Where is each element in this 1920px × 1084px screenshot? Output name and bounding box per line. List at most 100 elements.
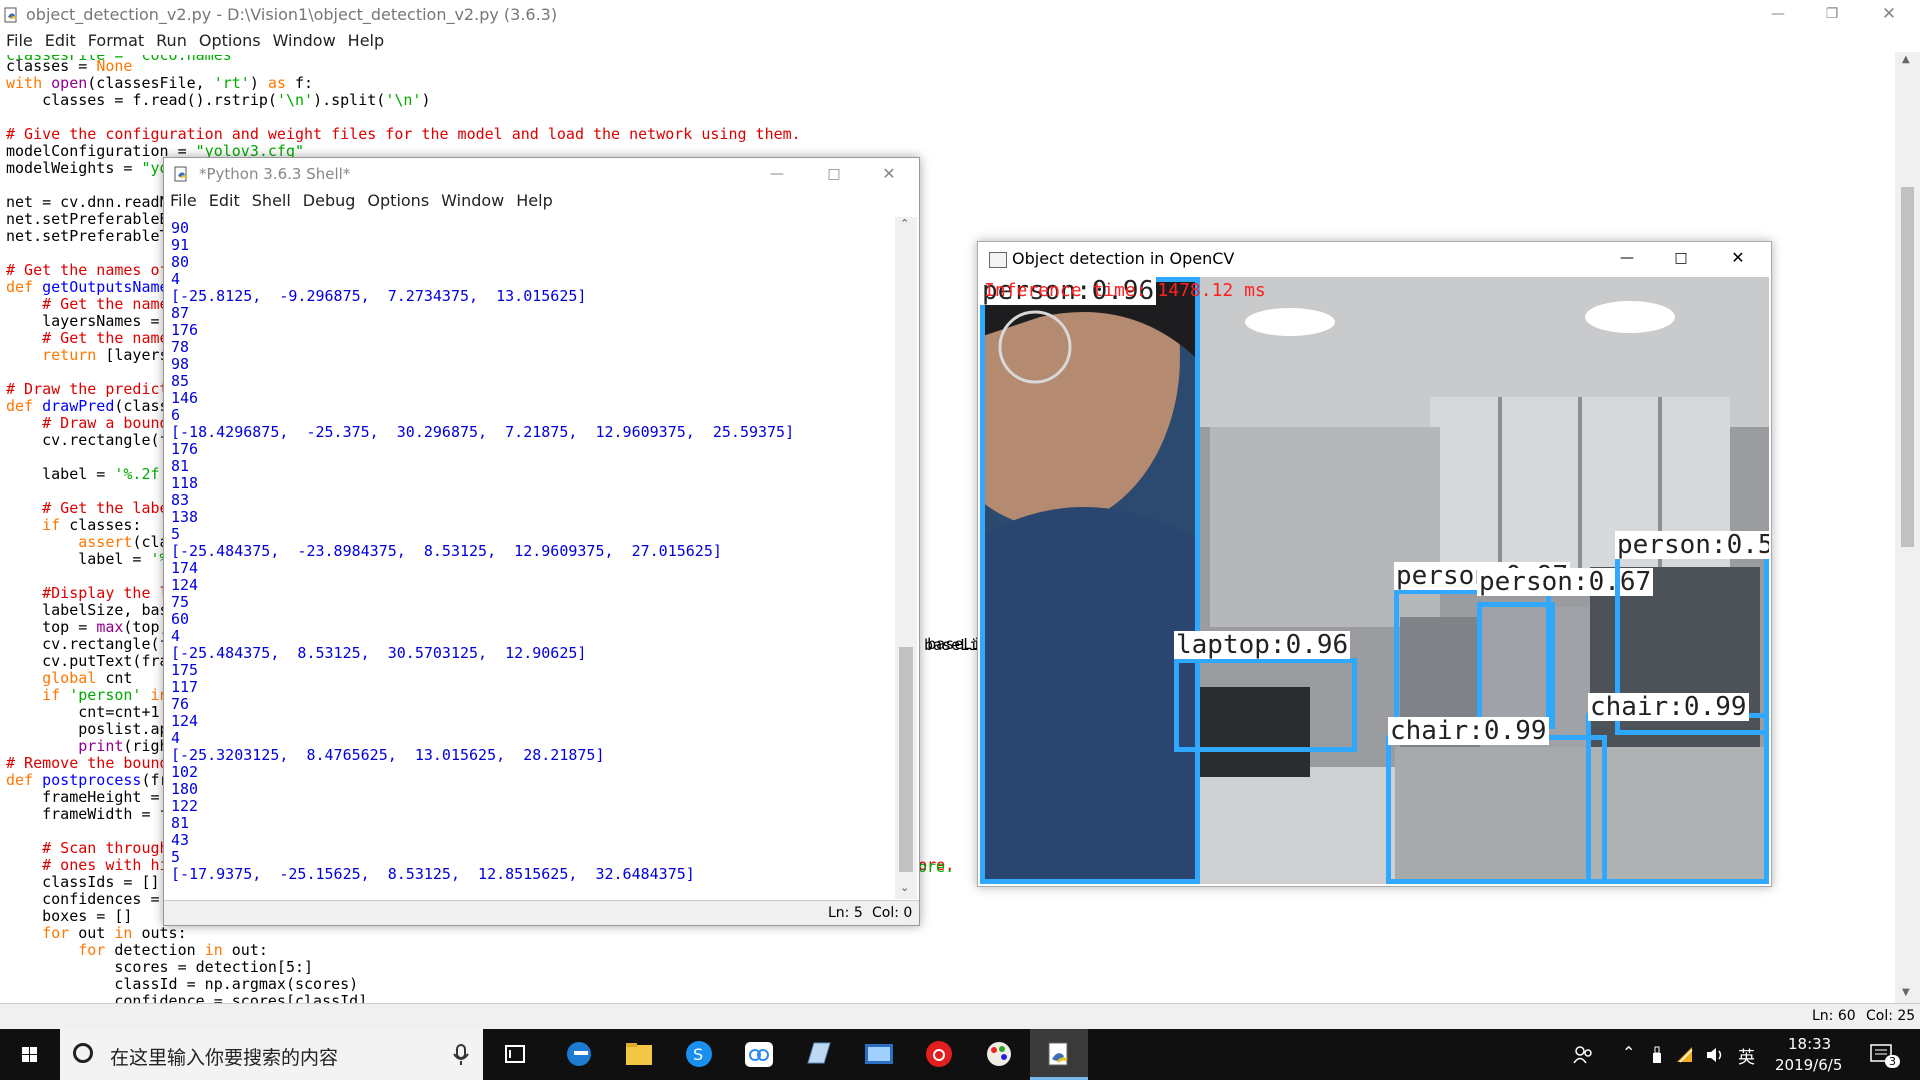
scroll-up-icon[interactable]: ▲ [1902, 54, 1910, 65]
code-token: # Give the configuration and weight file… [6, 125, 801, 143]
task-view-button[interactable] [486, 1029, 544, 1080]
code-token: classId = np.argmax(scores) [6, 975, 359, 993]
menu-edit[interactable]: Edit [203, 190, 246, 212]
code-line: confidence = scores[classId] [6, 993, 367, 1004]
menu-help[interactable]: Help [342, 30, 390, 52]
taskbar-netease-music[interactable] [910, 1029, 968, 1080]
menu-debug[interactable]: Debug [297, 190, 362, 212]
detection-label: chair:0.99 [1388, 716, 1549, 746]
wifi-icon[interactable] [1674, 1044, 1696, 1066]
search-placeholder: 在这里输入你要搜索的内容 [110, 1047, 339, 1069]
ime-indicator[interactable]: 英 [1738, 1043, 1755, 1068]
code-token: classes = [6, 57, 97, 75]
code-token: modelWeights = [6, 159, 142, 177]
cortana-icon [73, 1043, 93, 1063]
menu-run[interactable]: Run [150, 30, 193, 52]
menu-window[interactable]: Window [267, 30, 342, 52]
menu-file[interactable]: File [0, 30, 39, 52]
output-line: 176 [171, 440, 199, 458]
minimize-button[interactable]: — [1604, 244, 1650, 274]
taskbar-edge[interactable] [550, 1029, 608, 1080]
code-line: classId = np.argmax(scores) [6, 976, 358, 993]
shell-scrollbar[interactable]: ⌃ ⌄ [895, 217, 917, 899]
menu-window[interactable]: Window [435, 190, 510, 212]
output-line: 174 [171, 559, 199, 577]
people-icon[interactable] [1572, 1044, 1594, 1066]
output-line: 102 [171, 763, 199, 781]
scrollbar-thumb[interactable] [899, 647, 913, 872]
clock-time[interactable]: 18:33 [1788, 1035, 1831, 1053]
maximize-button[interactable]: □ [811, 160, 857, 190]
output-line: [-17.9375, -25.15625, 8.53125, 12.851562… [171, 865, 695, 883]
code-token: as [267, 74, 286, 92]
editor-scrollbar[interactable]: ▲ ▼ [1895, 52, 1920, 1003]
menu-file[interactable]: File [164, 190, 203, 212]
code-line: for detection in out: [6, 942, 268, 959]
menu-options[interactable]: Options [361, 190, 435, 212]
scroll-down-icon[interactable]: ▼ [1902, 987, 1910, 998]
minimize-button[interactable]: — [1755, 0, 1801, 30]
shell-titlebar[interactable]: *Python 3.6.3 Shell* — □ ✕ [164, 158, 919, 190]
taskbar: 在这里输入你要搜索的内容 S ⌃ 英 18:33 2019/6/5 3 [0, 1029, 1920, 1080]
output-line: 5 [171, 848, 181, 866]
clock-date[interactable]: 2019/6/5 [1775, 1056, 1842, 1074]
editor-titlebar[interactable]: object_detection_v2.py - D:\Vision1\obje… [0, 0, 1920, 30]
remote-desktop-icon [865, 1044, 893, 1064]
scrollbar-thumb[interactable] [1901, 187, 1914, 547]
code-line: classIds = [] [6, 873, 160, 891]
code-token: boxes = [] [6, 907, 133, 925]
microphone-icon[interactable] [448, 1042, 474, 1068]
code-token: outs: [141, 924, 187, 942]
opencv-titlebar[interactable]: Object detection in OpenCV — □ ✕ [978, 242, 1771, 275]
code-token: label = [6, 550, 151, 568]
usb-icon[interactable] [1647, 1044, 1667, 1066]
scroll-up-icon[interactable]: ⌃ [900, 217, 909, 230]
taskbar-python-idle[interactable] [1030, 1029, 1088, 1080]
volume-icon[interactable] [1704, 1044, 1726, 1066]
taskbar-file-explorer[interactable] [610, 1029, 668, 1080]
menu-edit[interactable]: Edit [39, 30, 82, 52]
taskbar-notepad[interactable] [790, 1029, 848, 1080]
notification-badge: 3 [1885, 1055, 1900, 1068]
code-token: def [6, 397, 43, 415]
code-token: classIds = [] [6, 873, 160, 891]
maximize-button[interactable]: ❐ [1809, 0, 1855, 30]
idle-file-icon [4, 7, 17, 23]
output-line: 5 [171, 525, 181, 543]
menu-options[interactable]: Options [193, 30, 267, 52]
taskbar-baidu-netdisk[interactable] [730, 1029, 788, 1080]
maximize-button[interactable]: □ [1658, 244, 1704, 274]
code-token: return [6, 346, 106, 364]
cloud-icon [745, 1042, 773, 1067]
close-button[interactable]: ✕ [866, 160, 912, 190]
taskbar-search[interactable]: 在这里输入你要搜索的内容 [60, 1029, 483, 1080]
taskbar-sogou[interactable]: S [670, 1029, 728, 1080]
shell-output[interactable]: 90 91 80 4 [-25.8125, -9.296875, 7.2734375, … [164, 217, 895, 899]
code-token: classes: [69, 516, 142, 534]
chevron-up-icon[interactable]: ⌃ [1622, 1043, 1635, 1062]
close-button[interactable]: ✕ [1866, 0, 1912, 30]
menu-format[interactable]: Format [82, 30, 150, 52]
output-line: 4 [171, 729, 181, 747]
output-line: 4 [171, 270, 181, 288]
code-token: getOutputsNames [42, 278, 178, 296]
output-line: 6 [171, 406, 181, 424]
code-token: scores = detection[5:] [6, 958, 314, 976]
output-line: 76 [171, 695, 190, 713]
minimize-button[interactable]: — [754, 160, 800, 190]
taskbar-paint[interactable] [970, 1029, 1028, 1080]
shell-menubar: File Edit Shell Debug Options Window Help [164, 190, 919, 212]
menu-shell[interactable]: Shell [246, 190, 297, 212]
taskbar-remote-desktop[interactable] [850, 1029, 908, 1080]
code-token: top = [6, 618, 97, 636]
idle-shell-icon [174, 166, 187, 182]
code-peek-text: baseLi [924, 636, 979, 654]
close-button[interactable]: ✕ [1715, 244, 1761, 274]
scroll-down-icon[interactable]: ⌄ [900, 881, 909, 894]
windows-icon [22, 1047, 37, 1062]
menu-help[interactable]: Help [510, 190, 558, 212]
output-line: 118 [171, 474, 199, 492]
code-token: with [6, 74, 52, 92]
start-button[interactable] [0, 1029, 60, 1080]
editor-title: object_detection_v2.py - D:\Vision1\obje… [26, 5, 558, 24]
